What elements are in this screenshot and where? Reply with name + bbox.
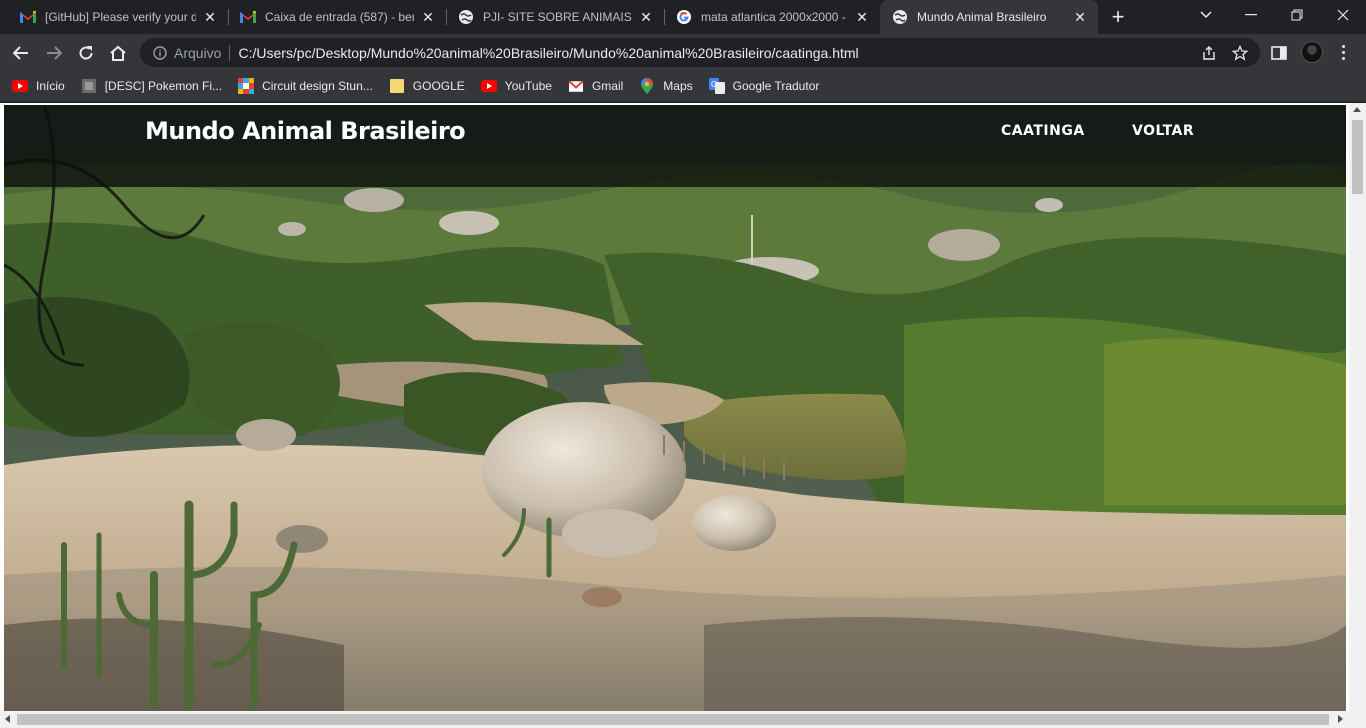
close-icon[interactable]: ✕	[1072, 9, 1088, 25]
caatinga-hero-image: Mundo Animal Brasileiro CAATINGA VOLTAR	[4, 105, 1346, 711]
url-text[interactable]: C:/Users/pc/Desktop/Mundo%20animal%20Bra…	[238, 45, 858, 61]
maps-icon	[639, 78, 655, 94]
caatinga-landscape-illustration	[4, 105, 1346, 711]
bookmark-label: [DESC] Pokemon Fi...	[104, 79, 223, 93]
site-navbar: Mundo Animal Brasileiro CAATINGA VOLTAR	[4, 105, 1346, 187]
tab-caixa-de-entrada[interactable]: Caixa de entrada (587) - benj ✕	[228, 0, 446, 34]
info-icon[interactable]	[152, 45, 168, 61]
bookmark-maps[interactable]: Maps	[639, 78, 693, 94]
side-panel-button[interactable]	[1266, 40, 1292, 66]
tab-title: Caixa de entrada (587) - benj	[265, 10, 414, 24]
arrow-left-icon	[13, 46, 28, 60]
youtube-icon	[12, 78, 28, 94]
share-icon[interactable]	[1199, 43, 1219, 63]
gmail-icon	[20, 9, 36, 25]
bookmark-inicio[interactable]: Início	[12, 78, 65, 94]
close-icon[interactable]: ✕	[638, 9, 654, 25]
bookmark-folder-google[interactable]: GOOGLE	[389, 78, 465, 94]
close-icon	[1337, 9, 1349, 21]
chevron-down-icon	[1200, 11, 1212, 19]
bookmarks-bar: Início [DESC] Pokemon Fi... Circuit desi…	[0, 71, 1366, 102]
translate-icon: G	[708, 78, 725, 94]
tab-title: mata atlantica 2000x2000 - P	[701, 10, 848, 24]
nav-link-caatinga[interactable]: CAATINGA	[1001, 123, 1085, 139]
restore-button[interactable]	[1274, 0, 1320, 30]
close-window-button[interactable]	[1320, 0, 1366, 30]
scroll-thumb[interactable]	[17, 714, 1329, 725]
youtube-icon	[480, 78, 497, 94]
divider	[229, 44, 231, 61]
minimize-button[interactable]	[1228, 0, 1274, 30]
gmail-icon	[568, 78, 584, 94]
globe-icon	[892, 9, 908, 25]
nav-link-voltar[interactable]: VOLTAR	[1132, 123, 1194, 139]
menu-icon[interactable]	[1335, 41, 1351, 63]
page-viewport: Mundo Animal Brasileiro CAATINGA VOLTAR	[0, 103, 1366, 728]
side-panel-icon	[1271, 46, 1287, 60]
site-brand[interactable]: Mundo Animal Brasileiro	[145, 117, 466, 145]
tab-title: Mundo Animal Brasileiro	[917, 10, 1047, 24]
tab-mundo-animal-brasileiro[interactable]: Mundo Animal Brasileiro ✕	[880, 0, 1098, 34]
vertical-scrollbar[interactable]	[1349, 103, 1366, 711]
page-icon	[81, 78, 97, 94]
svg-text:G: G	[711, 80, 717, 89]
scroll-thumb[interactable]	[1352, 120, 1363, 194]
close-icon[interactable]: ✕	[420, 9, 436, 25]
horizontal-scrollbar[interactable]	[0, 711, 1366, 728]
reload-button[interactable]	[73, 40, 99, 66]
bookmark-label: GOOGLE	[412, 79, 465, 93]
restore-icon	[1291, 9, 1303, 21]
close-icon[interactable]: ✕	[854, 9, 870, 25]
arrow-right-icon	[47, 46, 62, 60]
star-icon[interactable]	[1230, 43, 1250, 63]
bookmark-label: Maps	[663, 79, 693, 93]
globe-icon	[458, 9, 474, 25]
gmail-icon	[240, 9, 256, 25]
home-icon	[110, 45, 126, 61]
bookmark-youtube[interactable]: YouTube	[480, 78, 552, 94]
bookmark-label: YouTube	[504, 79, 552, 93]
tab-pji-site[interactable]: PJI- SITE SOBRE ANIMAIS-202 ✕	[446, 0, 664, 34]
close-icon[interactable]: ✕	[202, 9, 218, 25]
home-button[interactable]	[105, 40, 131, 66]
bookmark-label: Google Tradutor	[732, 79, 820, 93]
bookmark-pokemon[interactable]: [DESC] Pokemon Fi...	[81, 78, 222, 94]
bookmark-label: Circuit design Stun...	[262, 79, 373, 93]
avatar[interactable]	[1301, 41, 1323, 63]
tab-search-button[interactable]	[1183, 0, 1229, 30]
new-tab-button[interactable]: +	[1106, 4, 1130, 29]
scroll-left-arrow-icon[interactable]	[5, 715, 10, 723]
browser-toolbar: Arquivo C:/Users/pc/Desktop/Mundo%20anim…	[0, 34, 1366, 71]
tab-title: [GitHub] Please verify your d	[45, 10, 196, 24]
tinkercad-icon	[238, 78, 255, 94]
bookmark-google-tradutor[interactable]: G Google Tradutor	[708, 78, 820, 94]
scroll-right-arrow-icon[interactable]	[1338, 715, 1343, 723]
bookmark-circuit-design[interactable]: Circuit design Stun...	[238, 78, 373, 94]
bookmark-label: Gmail	[591, 79, 624, 93]
tab-strip: [GitHub] Please verify your d ✕ Caixa de…	[0, 0, 1366, 34]
google-icon	[676, 9, 692, 25]
scroll-up-arrow-icon[interactable]	[1353, 107, 1361, 112]
minimize-icon	[1245, 14, 1257, 16]
back-button[interactable]	[8, 40, 34, 66]
tab-github-verify[interactable]: [GitHub] Please verify your d ✕	[8, 0, 228, 34]
folder-icon	[389, 78, 405, 94]
bookmark-gmail[interactable]: Gmail	[568, 78, 623, 94]
file-scheme-chip: Arquivo	[174, 44, 222, 61]
reload-icon	[79, 46, 93, 60]
address-bar[interactable]: Arquivo C:/Users/pc/Desktop/Mundo%20anim…	[140, 38, 1260, 67]
tab-title: PJI- SITE SOBRE ANIMAIS-202	[483, 10, 632, 24]
tab-mata-atlantica[interactable]: mata atlantica 2000x2000 - P ✕	[664, 0, 880, 34]
bookmark-label: Início	[36, 79, 65, 93]
forward-button[interactable]	[41, 40, 67, 66]
